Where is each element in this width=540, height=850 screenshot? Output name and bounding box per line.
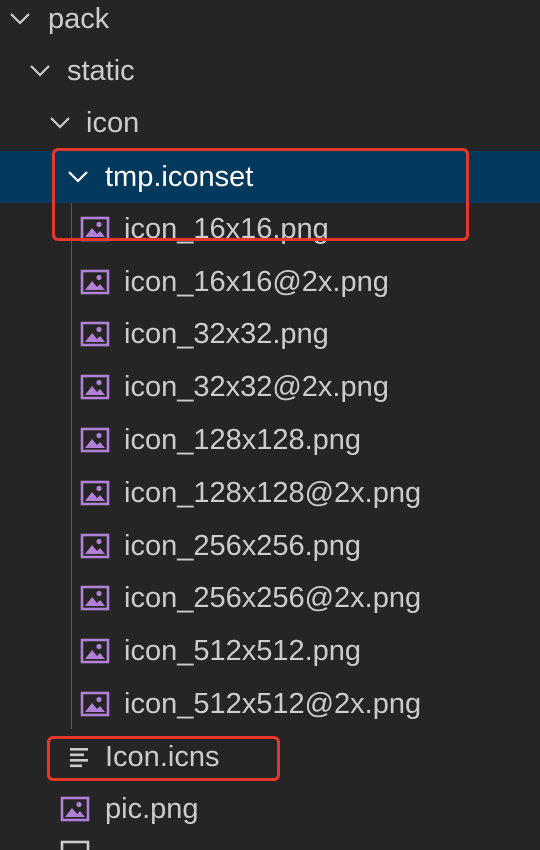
file-label: icon_16x16.png <box>124 213 329 245</box>
image-file-icon <box>80 533 110 559</box>
file-label: icon_128x128@2x.png <box>124 477 422 509</box>
file-label: icon_32x32@2x.png <box>124 371 389 403</box>
image-file-icon <box>80 216 110 242</box>
file-row[interactable]: icon_16x16.png <box>0 203 540 255</box>
text-file-icon <box>64 744 94 770</box>
partial-file-icon <box>60 840 90 850</box>
folder-icon[interactable]: icon <box>0 97 540 149</box>
image-file-icon <box>80 691 110 717</box>
file-row[interactable]: icon_128x128@2x.png <box>0 467 540 519</box>
file-label-pic: pic.png <box>105 793 199 825</box>
folder-label-icon: icon <box>86 107 140 139</box>
chevron-down-icon[interactable] <box>8 7 32 31</box>
image-file-icon <box>80 269 110 295</box>
file-label: icon_256x256.png <box>124 530 362 562</box>
file-row[interactable]: icon_16x16@2x.png <box>0 256 540 308</box>
chevron-down-icon[interactable] <box>66 165 90 189</box>
folder-label-pack: pack <box>48 3 110 35</box>
folder-tmp-iconset[interactable]: tmp.iconset <box>0 151 540 203</box>
folder-static[interactable]: static <box>0 45 540 97</box>
image-file-icon <box>60 796 90 822</box>
folder-label-static: static <box>67 55 135 87</box>
file-explorer-tree: pack static icon tmp.iconset icon_16x16.… <box>0 0 540 850</box>
file-label: icon_256x256@2x.png <box>124 582 422 614</box>
file-row[interactable]: icon_256x256@2x.png <box>0 572 540 624</box>
file-row-icns[interactable]: Icon.icns <box>0 731 540 783</box>
chevron-down-icon[interactable] <box>28 59 52 83</box>
file-label: icon_32x32.png <box>124 318 329 350</box>
image-file-icon <box>80 321 110 347</box>
image-file-icon <box>80 374 110 400</box>
file-row[interactable]: icon_128x128.png <box>0 414 540 466</box>
file-row[interactable]: icon_512x512.png <box>0 625 540 677</box>
file-label: icon_128x128.png <box>124 424 362 456</box>
image-file-icon <box>80 480 110 506</box>
file-row[interactable]: icon_256x256.png <box>0 520 540 572</box>
file-row[interactable]: icon_32x32.png <box>0 308 540 360</box>
file-row-pic[interactable]: pic.png <box>0 783 540 835</box>
folder-pack[interactable]: pack <box>0 0 540 45</box>
file-row[interactable]: icon_32x32@2x.png <box>0 361 540 413</box>
folder-label-tmp-iconset: tmp.iconset <box>105 161 254 193</box>
file-label-icns: Icon.icns <box>105 741 220 773</box>
chevron-down-icon[interactable] <box>48 111 72 135</box>
file-row[interactable]: icon_512x512@2x.png <box>0 678 540 730</box>
file-label: icon_512x512.png <box>124 635 362 667</box>
image-file-icon <box>80 585 110 611</box>
image-file-icon <box>80 638 110 664</box>
image-file-icon <box>80 427 110 453</box>
file-label: icon_16x16@2x.png <box>124 266 389 298</box>
file-label: icon_512x512@2x.png <box>124 688 422 720</box>
